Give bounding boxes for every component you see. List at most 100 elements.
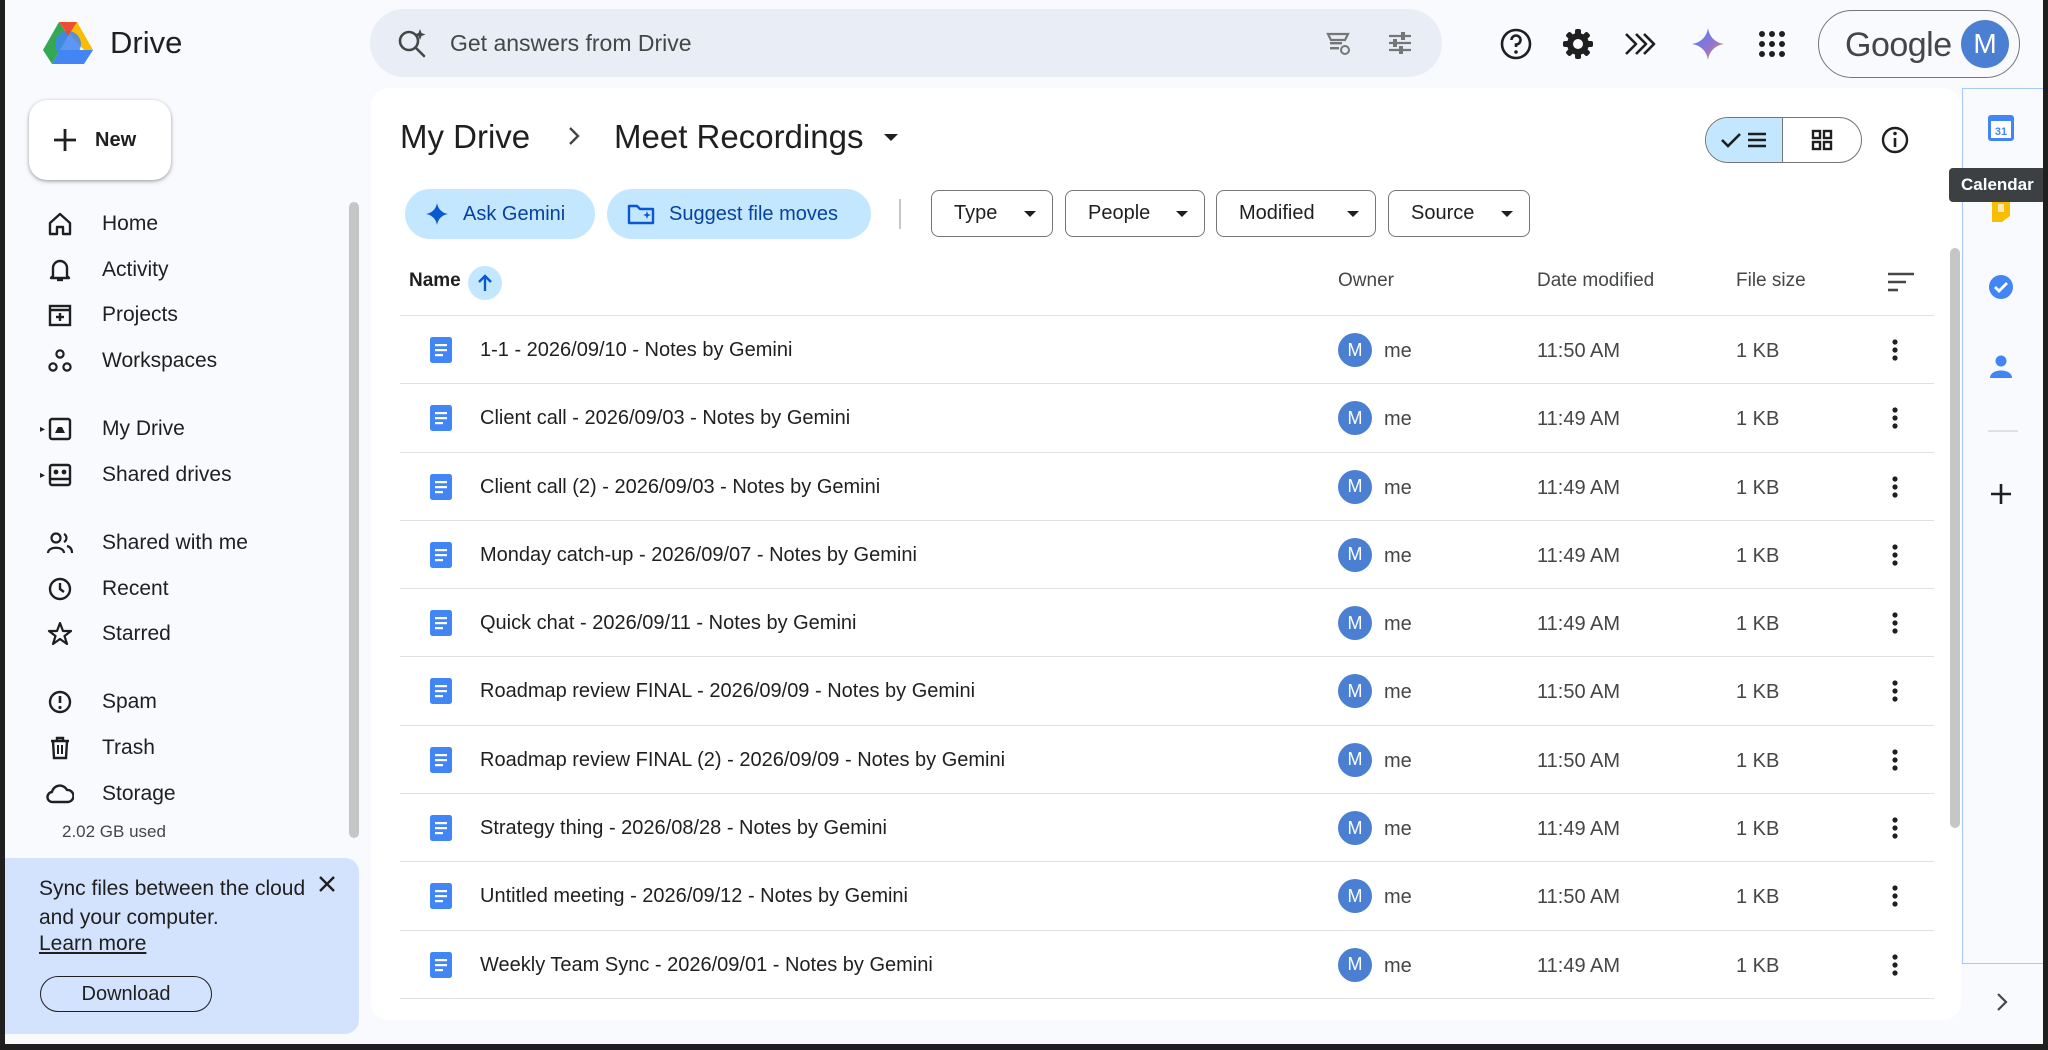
new-button[interactable]: New [29, 100, 171, 180]
sort-options-icon[interactable] [1886, 270, 1916, 294]
sidebar-item-starred[interactable]: Starred [44, 614, 344, 654]
account-button[interactable]: Google M [1818, 10, 2020, 78]
gems-icon[interactable] [1620, 24, 1660, 64]
modified-filter[interactable]: Modified [1216, 190, 1376, 237]
type-filter[interactable]: Type [931, 190, 1053, 237]
calendar-icon[interactable]: 31 [1976, 103, 2026, 153]
more-actions-icon[interactable] [1880, 949, 1910, 981]
gemini-spark-icon [426, 203, 448, 225]
owner-name: me [1384, 954, 1412, 977]
table-row[interactable]: Strategy thing - 2026/08/28 - Notes by G… [400, 793, 1934, 861]
more-actions-icon[interactable] [1880, 471, 1910, 503]
add-addon-icon[interactable] [1976, 469, 2026, 519]
column-header-size[interactable]: File size [1736, 270, 1806, 292]
file-name[interactable]: Client call (2) - 2026/09/03 - Notes by … [480, 476, 880, 499]
grid-view-button[interactable] [1783, 118, 1861, 162]
more-actions-icon[interactable] [1880, 880, 1910, 912]
sort-ascending-icon[interactable] [468, 266, 502, 300]
learn-more-link[interactable]: Learn more [39, 932, 146, 956]
owner-name: me [1384, 613, 1412, 636]
more-actions-icon[interactable] [1880, 334, 1910, 366]
date-modified: 11:50 AM [1537, 681, 1621, 704]
column-header-name[interactable]: Name [409, 270, 461, 292]
file-name[interactable]: Untitled meeting - 2026/09/12 - Notes by… [480, 885, 908, 908]
side-panel-divider [1988, 430, 2018, 432]
table-row[interactable]: Client call (2) - 2026/09/03 - Notes by … [400, 451, 1934, 520]
file-name[interactable]: Roadmap review FINAL (2) - 2026/09/09 - … [480, 749, 1005, 772]
more-actions-icon[interactable] [1880, 607, 1910, 639]
view-toggle[interactable] [1705, 117, 1862, 163]
sidebar-item-storage[interactable]: Storage [44, 774, 344, 814]
drive-logo[interactable]: Drive [42, 20, 182, 66]
sidebar-item-trash[interactable]: Trash [44, 728, 344, 768]
drive-logo-icon [43, 22, 93, 64]
table-row[interactable]: Untitled meeting - 2026/09/12 - Notes by… [400, 861, 1934, 929]
sidebar-item-my-drive[interactable]: ▸ My Drive [40, 409, 344, 449]
table-row[interactable]: Client call - 2026/09/03 - Notes by Gemi… [400, 383, 1934, 451]
sidebar-item-shared-drives[interactable]: ▸ Shared drives [40, 455, 344, 495]
more-actions-icon[interactable] [1880, 675, 1910, 707]
column-header-owner[interactable]: Owner [1338, 270, 1394, 292]
table-row[interactable]: Quick chat - 2026/09/11 - Notes by Gemin… [400, 588, 1934, 656]
column-header-modified[interactable]: Date modified [1537, 270, 1654, 292]
more-actions-icon[interactable] [1880, 744, 1910, 776]
owner-avatar: M [1338, 879, 1372, 914]
file-name[interactable]: Weekly Team Sync - 2026/09/01 - Notes by… [480, 954, 933, 977]
table-row[interactable]: Monday catch-up - 2026/09/07 - Notes by … [400, 519, 1934, 588]
source-filter[interactable]: Source [1388, 190, 1530, 237]
sidebar-item-label: My Drive [102, 417, 185, 440]
apps-grid-icon[interactable] [1752, 24, 1792, 64]
sidebar-scrollbar[interactable] [349, 202, 359, 838]
date-modified: 11:50 AM [1537, 886, 1621, 909]
more-actions-icon[interactable] [1880, 812, 1910, 844]
ask-gemini-button[interactable]: Ask Gemini [405, 189, 595, 239]
chevron-right-icon[interactable] [1990, 990, 2014, 1014]
sidebar-item-label: Activity [102, 258, 169, 281]
search-spark-icon[interactable] [396, 27, 428, 59]
tasks-icon[interactable] [1976, 262, 2026, 312]
breadcrumb-current[interactable]: Meet Recordings [614, 118, 863, 156]
sidebar-item-projects[interactable]: Projects [44, 295, 344, 335]
owner-avatar: M [1338, 947, 1372, 982]
file-name[interactable]: Roadmap review FINAL - 2026/09/09 - Note… [480, 680, 975, 703]
file-name[interactable]: Strategy thing - 2026/08/28 - Notes by G… [480, 817, 887, 840]
search-options-icon[interactable] [1384, 27, 1416, 59]
sidebar-item-workspaces[interactable]: Workspaces [44, 341, 344, 381]
suggest-file-moves-button[interactable]: Suggest file moves [607, 189, 871, 239]
search-input[interactable] [450, 23, 1270, 63]
file-name[interactable]: Client call - 2026/09/03 - Notes by Gemi… [480, 407, 850, 430]
table-row[interactable]: Weekly Team Sync - 2026/09/01 - Notes by… [400, 929, 1934, 998]
breadcrumb-root[interactable]: My Drive [400, 118, 530, 156]
expand-caret-icon[interactable]: ▸ [40, 424, 45, 435]
file-name[interactable]: Monday catch-up - 2026/09/07 - Notes by … [480, 544, 917, 567]
download-button[interactable]: Download [40, 976, 212, 1012]
google-doc-icon [430, 473, 452, 500]
contacts-icon[interactable] [1976, 342, 2026, 392]
info-icon[interactable] [1879, 124, 1911, 156]
sidebar-item-spam[interactable]: Spam [44, 682, 344, 722]
gemini-spark-icon[interactable] [1688, 24, 1728, 64]
file-name[interactable]: 1-1 - 2026/09/10 - Notes by Gemini [480, 339, 792, 362]
table-row[interactable]: 1-1 - 2026/09/10 - Notes by Gemini Mme 11:… [400, 315, 1934, 383]
sidebar-item-activity[interactable]: Activity [44, 250, 344, 290]
table-row[interactable]: Roadmap review FINAL (2) - 2026/09/09 - … [400, 724, 1934, 793]
close-icon[interactable] [311, 868, 343, 900]
sidebar-item-recent[interactable]: Recent [44, 569, 344, 609]
more-actions-icon[interactable] [1880, 539, 1910, 571]
file-list-scrollbar[interactable] [1950, 248, 1960, 828]
people-filter[interactable]: People [1065, 190, 1205, 237]
folder-menu-caret-icon[interactable] [884, 134, 898, 141]
settings-gear-icon[interactable] [1558, 24, 1598, 64]
more-actions-icon[interactable] [1880, 402, 1910, 434]
table-row[interactable]: Roadmap review FINAL - 2026/09/09 - Note… [400, 656, 1934, 724]
list-view-button[interactable] [1706, 118, 1784, 162]
sidebar-item-home[interactable]: Home [44, 204, 344, 244]
search-settings-icon[interactable] [1322, 27, 1354, 59]
sidebar-item-shared-with-me[interactable]: Shared with me [44, 523, 344, 563]
expand-caret-icon[interactable]: ▸ [40, 470, 45, 481]
file-name[interactable]: Quick chat - 2026/09/11 - Notes by Gemin… [480, 612, 856, 635]
search-bar[interactable] [370, 9, 1442, 77]
owner-avatar: M [1338, 606, 1372, 641]
help-icon[interactable] [1496, 24, 1536, 64]
account-avatar[interactable]: M [1961, 20, 2009, 68]
